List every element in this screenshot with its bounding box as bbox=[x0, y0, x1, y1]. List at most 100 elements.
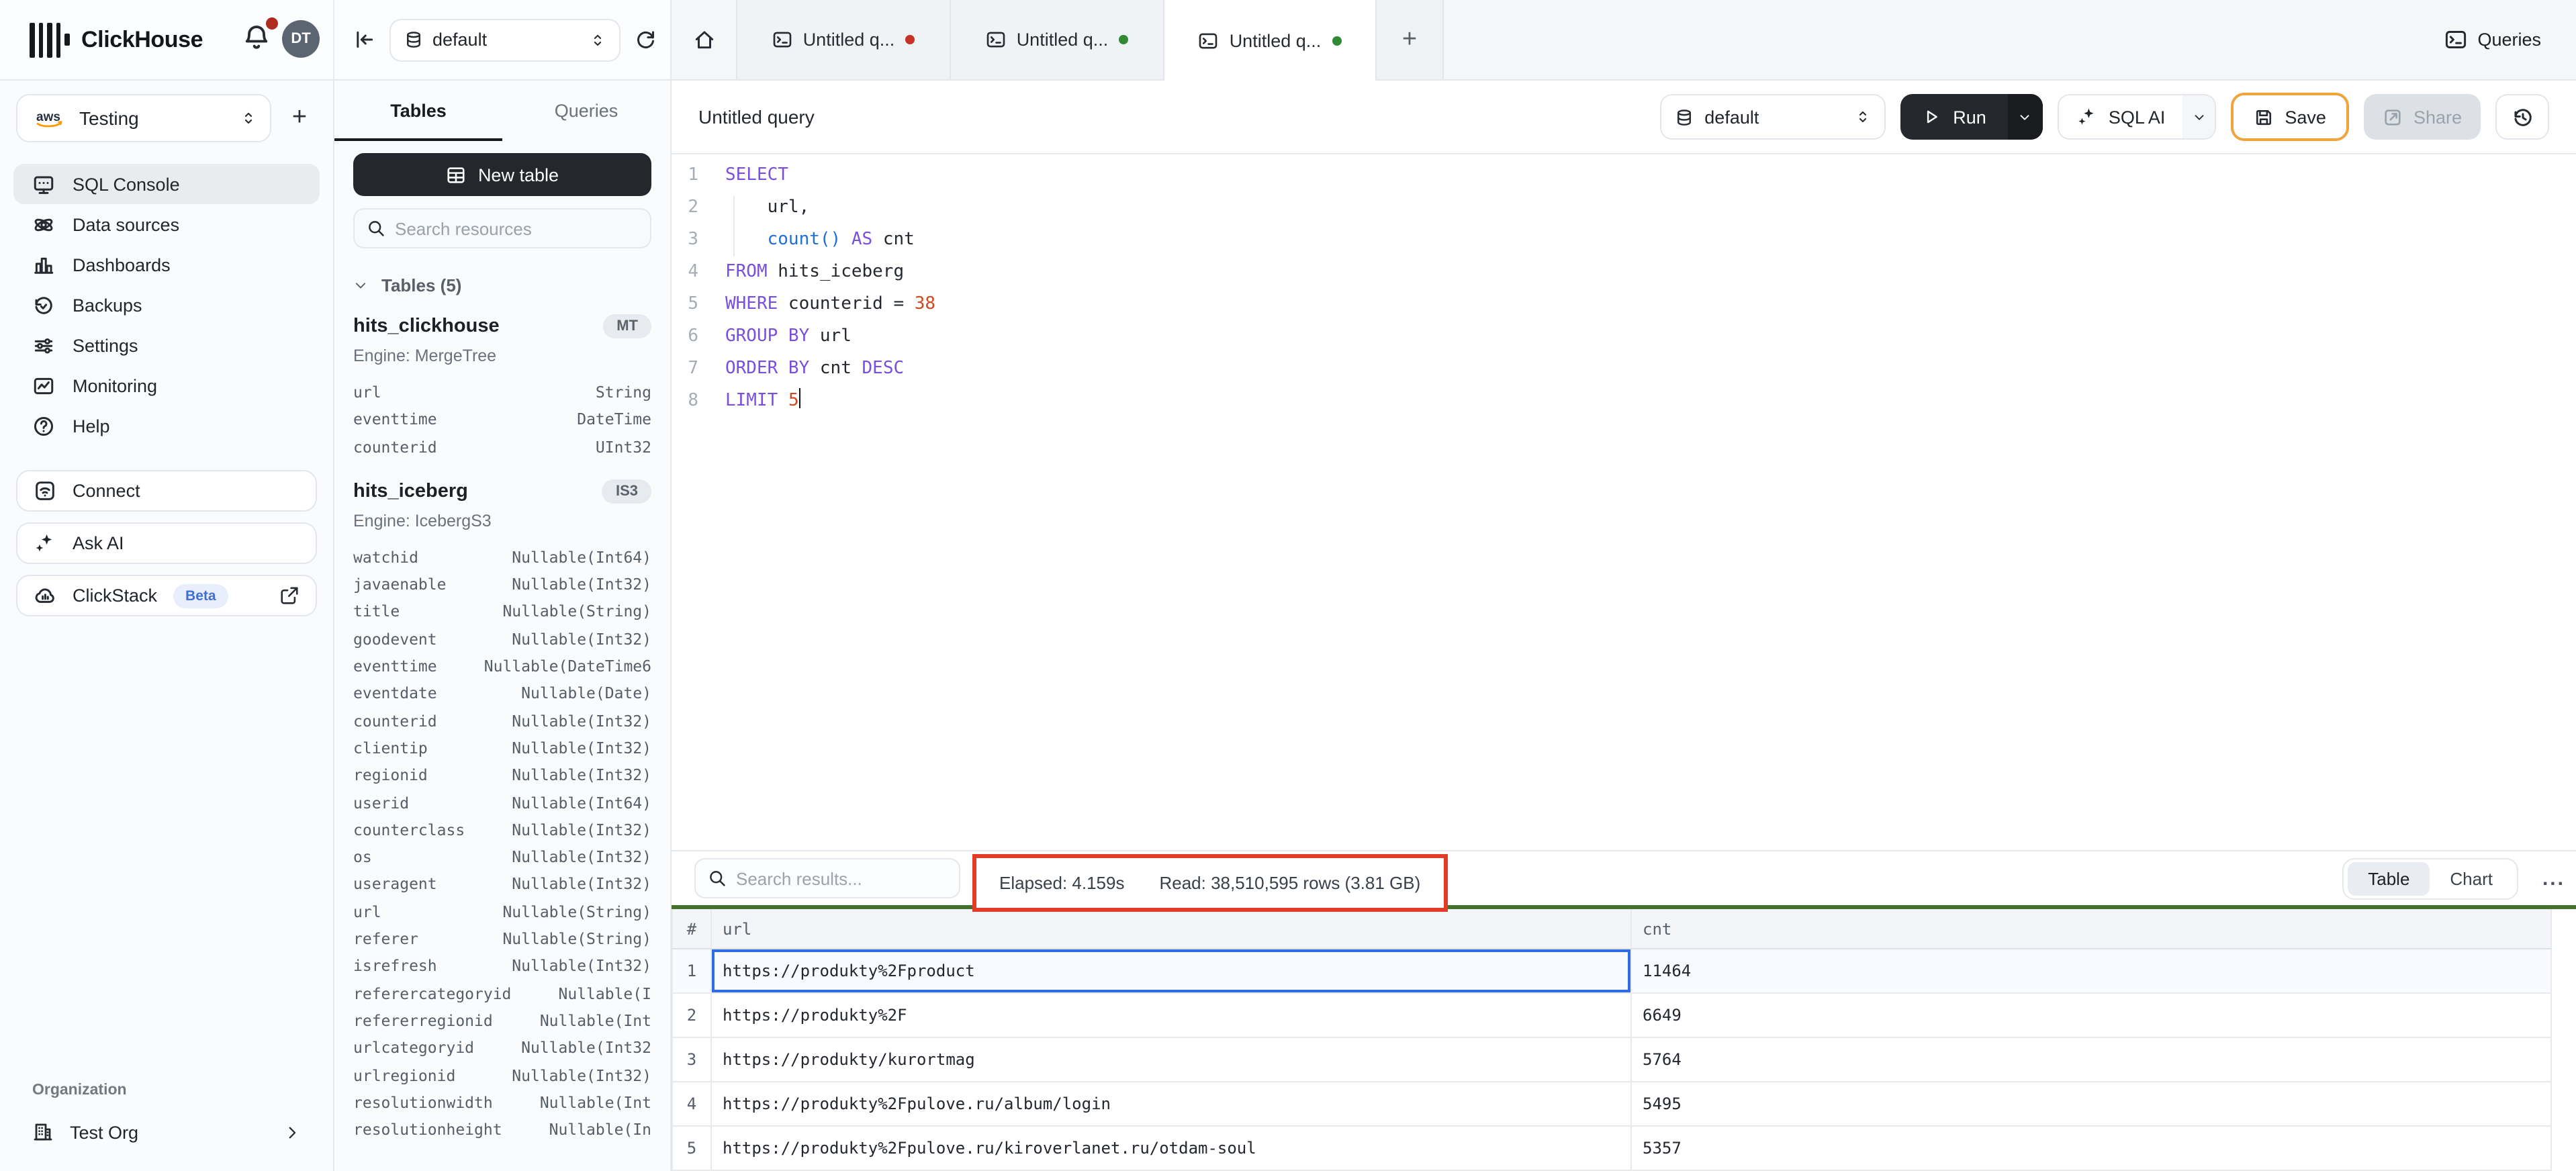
query-history-button[interactable] bbox=[2495, 94, 2549, 140]
sidebar-item-settings[interactable]: Settings bbox=[13, 325, 320, 365]
editor-database-select[interactable]: default bbox=[1660, 94, 1886, 140]
column-name: regionid bbox=[353, 762, 428, 790]
results-header-url[interactable]: url bbox=[712, 909, 1632, 948]
line-number: 1 bbox=[672, 160, 698, 192]
tables-panel-tab-tables[interactable]: Tables bbox=[334, 81, 502, 141]
results-search-input[interactable] bbox=[736, 868, 947, 888]
column-type: Nullable(Int32 bbox=[521, 1034, 651, 1062]
sidebar-item-dashboards[interactable]: Dashboards bbox=[13, 244, 320, 285]
notifications-bell-icon[interactable] bbox=[242, 21, 277, 56]
result-url-cell[interactable]: https://produkty/kurortmag bbox=[712, 1038, 1632, 1081]
chevron-updown-icon bbox=[590, 29, 606, 50]
sql-ai-options-button[interactable] bbox=[2182, 95, 2215, 138]
share-icon bbox=[2383, 107, 2403, 127]
result-url-cell[interactable]: https://produkty%2Fproduct bbox=[712, 949, 1632, 992]
sql-ai-button[interactable]: SQL AI bbox=[2058, 94, 2217, 140]
add-workspace-button[interactable]: + bbox=[282, 103, 317, 133]
column-type: Nullable(Int32) bbox=[512, 735, 651, 762]
topbar-database-select[interactable]: default bbox=[389, 18, 620, 61]
run-options-button[interactable] bbox=[2008, 94, 2043, 140]
result-url-cell[interactable]: https://produkty%2Fpulove.ru/album/login bbox=[712, 1082, 1632, 1125]
sidebar-shortcut-ask-ai[interactable]: Ask AI bbox=[16, 522, 317, 564]
query-tab-2[interactable]: Untitled q... bbox=[950, 0, 1163, 79]
results-more-button[interactable]: ... bbox=[2542, 868, 2565, 890]
line-number: 8 bbox=[672, 385, 698, 418]
sidebar-item-monitoring[interactable]: Monitoring bbox=[13, 365, 320, 406]
view-toggle: TableChart bbox=[2342, 858, 2518, 900]
sidebar-item-label: SQL Console bbox=[73, 174, 180, 194]
organization-name: Test Org bbox=[70, 1122, 267, 1142]
database-icon bbox=[404, 30, 423, 50]
aws-logo-icon: aws bbox=[34, 107, 66, 129]
resources-search-input[interactable] bbox=[395, 218, 638, 238]
code-token: count() bbox=[768, 230, 841, 250]
save-button[interactable]: Save bbox=[2231, 93, 2349, 141]
new-tab-button[interactable]: + bbox=[1377, 0, 1444, 79]
view-toggle-table[interactable]: Table bbox=[2348, 862, 2430, 896]
tab-status-dot bbox=[1119, 35, 1128, 44]
code-token: url, bbox=[725, 197, 809, 218]
avatar[interactable]: DT bbox=[282, 20, 320, 58]
column-name: eventtime bbox=[353, 406, 437, 434]
sidebar-item-label: Backups bbox=[73, 295, 142, 315]
resources-search[interactable] bbox=[353, 208, 651, 248]
table-entry-header[interactable]: hits_icebergIS3 bbox=[353, 479, 651, 504]
new-table-button[interactable]: New table bbox=[353, 153, 651, 196]
refresh-button[interactable] bbox=[634, 28, 657, 51]
indent-guide bbox=[733, 196, 734, 256]
chevron-updown-icon bbox=[240, 107, 257, 129]
organization-item[interactable]: Test Org bbox=[21, 1112, 312, 1152]
column-type: Nullable(Int32) bbox=[512, 816, 651, 844]
editor-code[interactable]: SELECT url, count() AS cntFROM hits_iceb… bbox=[709, 160, 935, 850]
table-columns: watchidNullable(Int64)javaenableNullable… bbox=[353, 544, 651, 1143]
sidebar-shortcut-connect[interactable]: Connect bbox=[16, 470, 317, 512]
sql-editor[interactable]: 12345678 SELECT url, count() AS cntFROM … bbox=[672, 154, 2576, 850]
queries-button[interactable]: Queries bbox=[2409, 0, 2576, 79]
code-token: hits_iceberg bbox=[768, 262, 905, 282]
query-stats-highlight: Elapsed: 4.159s Read: 38,510,595 rows (3… bbox=[972, 854, 1447, 912]
table-engine-badge: MT bbox=[603, 314, 651, 338]
brand-name: ClickHouse bbox=[81, 26, 203, 53]
result-cnt-cell[interactable]: 5357 bbox=[1632, 1127, 2552, 1170]
code-line: SELECT bbox=[725, 160, 935, 192]
collapse-panel-button[interactable] bbox=[353, 28, 376, 51]
view-toggle-chart[interactable]: Chart bbox=[2430, 862, 2513, 896]
elapsed-stat: Elapsed: 4.159s bbox=[999, 873, 1124, 893]
code-token: FROM bbox=[725, 262, 768, 282]
result-cnt-cell[interactable]: 5764 bbox=[1632, 1038, 2552, 1081]
query-tab-label: Untitled q... bbox=[1230, 30, 1322, 50]
run-button[interactable]: Run bbox=[1900, 94, 2043, 140]
sidebar-shortcut-clickstack[interactable]: ClickStackBeta bbox=[16, 575, 317, 616]
line-number: 7 bbox=[672, 353, 698, 385]
top-bar: ClickHouse DT default Unt bbox=[0, 0, 2576, 81]
result-cnt-cell[interactable]: 6649 bbox=[1632, 994, 2552, 1037]
sidebar-item-help[interactable]: Help bbox=[13, 406, 320, 446]
query-tab-1[interactable]: Untitled q... bbox=[736, 0, 950, 79]
result-cnt-cell[interactable]: 11464 bbox=[1632, 949, 2552, 992]
run-label: Run bbox=[1953, 107, 1986, 127]
query-tab-3[interactable]: Untitled q... bbox=[1163, 0, 1377, 81]
results-search[interactable] bbox=[694, 858, 960, 898]
tables-group-header[interactable]: Tables (5) bbox=[353, 275, 651, 295]
line-number: 3 bbox=[672, 224, 698, 256]
sidebar-item-sql-console[interactable]: SQL Console bbox=[13, 164, 320, 204]
help-icon bbox=[32, 414, 55, 437]
workspace-select[interactable]: aws Testing bbox=[16, 94, 271, 142]
column-type: Nullable(DateTime6 bbox=[484, 653, 651, 680]
result-row-index: 2 bbox=[672, 994, 712, 1037]
results-header-cnt[interactable]: cnt bbox=[1632, 909, 2552, 948]
share-button[interactable]: Share bbox=[2364, 94, 2481, 140]
code-token: SELECT bbox=[725, 165, 788, 185]
result-cnt-cell[interactable]: 5495 bbox=[1632, 1082, 2552, 1125]
tab-status-dot bbox=[1332, 36, 1341, 45]
sidebar-item-backups[interactable]: Backups bbox=[13, 285, 320, 325]
result-url-cell[interactable]: https://produkty%2F bbox=[712, 994, 1632, 1037]
table-entry-header[interactable]: hits_clickhouseMT bbox=[353, 314, 651, 338]
tables-panel-tab-queries[interactable]: Queries bbox=[502, 81, 670, 141]
home-button[interactable] bbox=[672, 0, 736, 79]
column-name: resolutionwidth bbox=[353, 1089, 493, 1117]
sidebar-item-data-sources[interactable]: Data sources bbox=[13, 204, 320, 244]
result-row-index: 3 bbox=[672, 1038, 712, 1081]
result-url-cell[interactable]: https://produkty%2Fpulove.ru/kiroverlane… bbox=[712, 1127, 1632, 1170]
table-column-row: useragentNullable(Int32) bbox=[353, 871, 651, 898]
